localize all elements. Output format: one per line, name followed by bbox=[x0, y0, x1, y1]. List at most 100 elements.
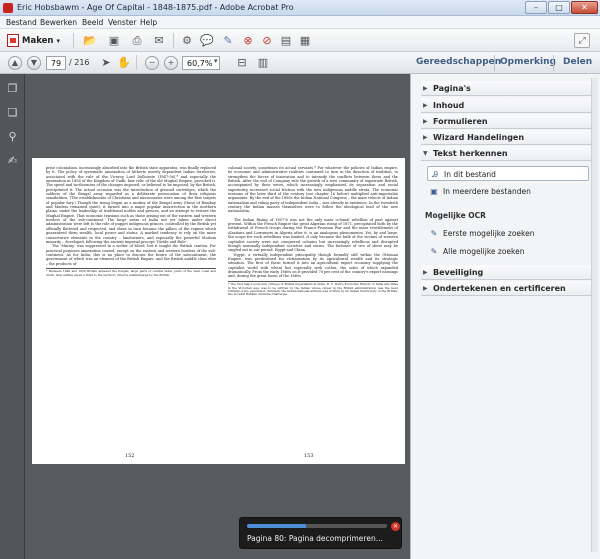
maximize-button[interactable]: □ bbox=[548, 1, 570, 14]
section-label: Beveiliging bbox=[433, 268, 484, 277]
page-left: prise colonialism, increasingly absorbed… bbox=[46, 166, 216, 277]
comment-icon[interactable]: 💬 bbox=[199, 33, 215, 48]
menu-bewerken[interactable]: Bewerken bbox=[40, 18, 77, 27]
find-first-suspect[interactable]: ✎ Eerste mogelijke zoeken bbox=[427, 226, 589, 241]
progress-popup: ✕ Pagina 80: Pagina decomprimeren... bbox=[239, 517, 402, 549]
fit-page-icon[interactable]: ⊟ bbox=[234, 55, 250, 70]
tab-divider bbox=[494, 55, 495, 71]
find-all-suspects[interactable]: ✎ Alle mogelijke zoeken bbox=[427, 244, 589, 259]
find-all-suspects-icon: ✎ bbox=[430, 247, 438, 256]
panel-scrollbar[interactable] bbox=[591, 78, 598, 552]
menu-bar: Bestand Bewerken Beeld Venster Help bbox=[0, 16, 600, 29]
toolbar-divider bbox=[173, 33, 174, 48]
cancel-progress-button[interactable]: ✕ bbox=[391, 522, 400, 531]
multiple-files-icon: ▣ bbox=[430, 187, 438, 196]
ocr-in-multiple-files[interactable]: ▣ In meerdere bestanden bbox=[427, 184, 589, 199]
chevron-down-icon: ▾ bbox=[56, 36, 60, 45]
section-label: Pagina's bbox=[433, 84, 471, 93]
expand-triangle-icon: ▶ bbox=[423, 102, 428, 109]
document-icon[interactable]: ▦ bbox=[297, 33, 313, 48]
email-icon[interactable]: ✉ bbox=[151, 33, 167, 48]
page-paragraph: The 'Mutiny' was suppressed in a welter … bbox=[46, 244, 216, 266]
document-viewer[interactable]: prise colonialism, increasingly absorbed… bbox=[25, 74, 410, 559]
toolbar-divider bbox=[136, 55, 137, 70]
section-label: Ondertekenen en certificeren bbox=[433, 284, 566, 293]
ocr-suspects-heading: Mogelijke OCR bbox=[425, 211, 486, 220]
section-recognize-text[interactable]: ▼ Tekst herkennen bbox=[421, 146, 593, 161]
zoom-out-icon[interactable]: − bbox=[145, 56, 159, 70]
section-label: Formulieren bbox=[433, 117, 488, 126]
chevron-down-icon[interactable]: ▾ bbox=[214, 57, 218, 65]
save-icon[interactable]: ▣ bbox=[106, 33, 122, 48]
ocr-item-label: In meerdere bestanden bbox=[443, 187, 531, 196]
progress-bar-fill bbox=[247, 524, 306, 528]
page-footnote: * The first major economic critique of B… bbox=[228, 280, 398, 297]
section-forms[interactable]: ▶ Formulieren bbox=[421, 114, 593, 129]
signature-icon[interactable]: ✍ bbox=[6, 154, 19, 167]
acrobat-icon bbox=[3, 3, 13, 13]
create-pdf-icon bbox=[7, 34, 19, 47]
previous-page-icon[interactable]: ▲ bbox=[8, 56, 22, 70]
title-bar: Eric Hobsbawm - Age Of Capital - 1848-18… bbox=[0, 0, 600, 16]
page-paragraph: The Indian Rising of 1857-8 was not the … bbox=[228, 217, 398, 253]
navigation-toolbar: ▲ ▼ / 216 ➤ ✋ − + ▾ ⊟ ▥ Gereedschappen O… bbox=[0, 52, 600, 74]
hand-tool-icon[interactable]: ✋ bbox=[116, 55, 132, 70]
bookmarks-icon[interactable]: ❏ bbox=[6, 106, 19, 119]
tab-tools[interactable]: Gereedschappen bbox=[416, 57, 501, 67]
section-label: Tekst herkennen bbox=[433, 149, 508, 158]
reject-icon[interactable]: ⊗ bbox=[240, 33, 256, 48]
minimize-button[interactable]: – bbox=[525, 1, 547, 14]
pen-icon[interactable]: ✎ bbox=[220, 33, 236, 48]
ocr-in-this-file[interactable]: Ꭿ In dit bestand bbox=[427, 166, 589, 181]
create-button[interactable]: Maken ▾ bbox=[7, 33, 60, 48]
expand-triangle-icon: ▶ bbox=[423, 134, 428, 141]
collapse-triangle-icon: ▼ bbox=[423, 150, 428, 157]
page-paragraph: colonial society, sometimes its actual s… bbox=[228, 166, 398, 214]
fit-width-icon[interactable]: ▥ bbox=[255, 55, 271, 70]
expand-icon[interactable]: ⤢ bbox=[574, 33, 590, 48]
page-spread: prise colonialism, increasingly absorbed… bbox=[32, 158, 405, 464]
page-number-left: 152 bbox=[125, 453, 135, 459]
open-folder-icon[interactable]: 📂 bbox=[82, 33, 98, 48]
toolbar-divider bbox=[73, 33, 74, 48]
page-total: / 216 bbox=[69, 58, 90, 67]
ocr-item-label: In dit bestand bbox=[444, 170, 496, 179]
section-label: Inhoud bbox=[433, 101, 465, 110]
expand-triangle-icon: ▶ bbox=[423, 285, 428, 292]
expand-triangle-icon: ▶ bbox=[423, 118, 428, 125]
print-icon[interactable]: ⎙ bbox=[129, 33, 145, 48]
tab-comment[interactable]: Opmerking bbox=[500, 57, 556, 67]
pages-icon[interactable]: ❐ bbox=[6, 82, 19, 95]
page-number-input[interactable] bbox=[46, 56, 66, 70]
close-button[interactable]: ✕ bbox=[571, 1, 598, 14]
find-suspect-icon: ✎ bbox=[430, 229, 438, 238]
page-icon[interactable]: ▤ bbox=[278, 33, 294, 48]
menu-beeld[interactable]: Beeld bbox=[82, 18, 103, 27]
section-action-wizard[interactable]: ▶ Wizard Handelingen bbox=[421, 130, 593, 145]
section-sign-certify[interactable]: ▶ Ondertekenen en certificeren bbox=[421, 281, 593, 296]
progress-bar bbox=[247, 524, 387, 528]
ocr-item-label: Alle mogelijke zoeken bbox=[443, 247, 525, 256]
text-recognition-icon: Ꭿ bbox=[432, 170, 438, 179]
menu-venster[interactable]: Venster bbox=[108, 18, 136, 27]
select-cursor-icon[interactable]: ➤ bbox=[98, 55, 114, 70]
tools-panel: ▶ Pagina's ▶ Inhoud ▶ Formulieren ▶ Wizard H… bbox=[410, 74, 600, 559]
tab-share[interactable]: Delen bbox=[563, 57, 592, 67]
progress-message: Pagina 80: Pagina decomprimeren... bbox=[247, 534, 383, 543]
section-pages[interactable]: ▶ Pagina's bbox=[421, 81, 593, 96]
tab-divider bbox=[553, 55, 554, 71]
expand-triangle-icon: ▶ bbox=[423, 85, 428, 92]
section-security[interactable]: ▶ Beveiliging bbox=[421, 265, 593, 280]
delete-icon[interactable]: ⊘ bbox=[259, 33, 275, 48]
menu-bestand[interactable]: Bestand bbox=[6, 18, 37, 27]
zoom-in-icon[interactable]: + bbox=[164, 56, 178, 70]
section-label: Wizard Handelingen bbox=[433, 133, 525, 142]
window-title: Eric Hobsbawm - Age Of Capital - 1848-18… bbox=[17, 3, 294, 12]
create-button-label: Maken bbox=[22, 35, 54, 46]
section-content[interactable]: ▶ Inhoud bbox=[421, 98, 593, 113]
next-page-icon[interactable]: ▼ bbox=[27, 56, 41, 70]
attachment-icon[interactable]: ⚲ bbox=[6, 130, 19, 143]
gear-icon[interactable]: ⚙ bbox=[179, 33, 195, 48]
menu-help[interactable]: Help bbox=[140, 18, 157, 27]
ocr-item-label: Eerste mogelijke zoeken bbox=[443, 229, 535, 238]
